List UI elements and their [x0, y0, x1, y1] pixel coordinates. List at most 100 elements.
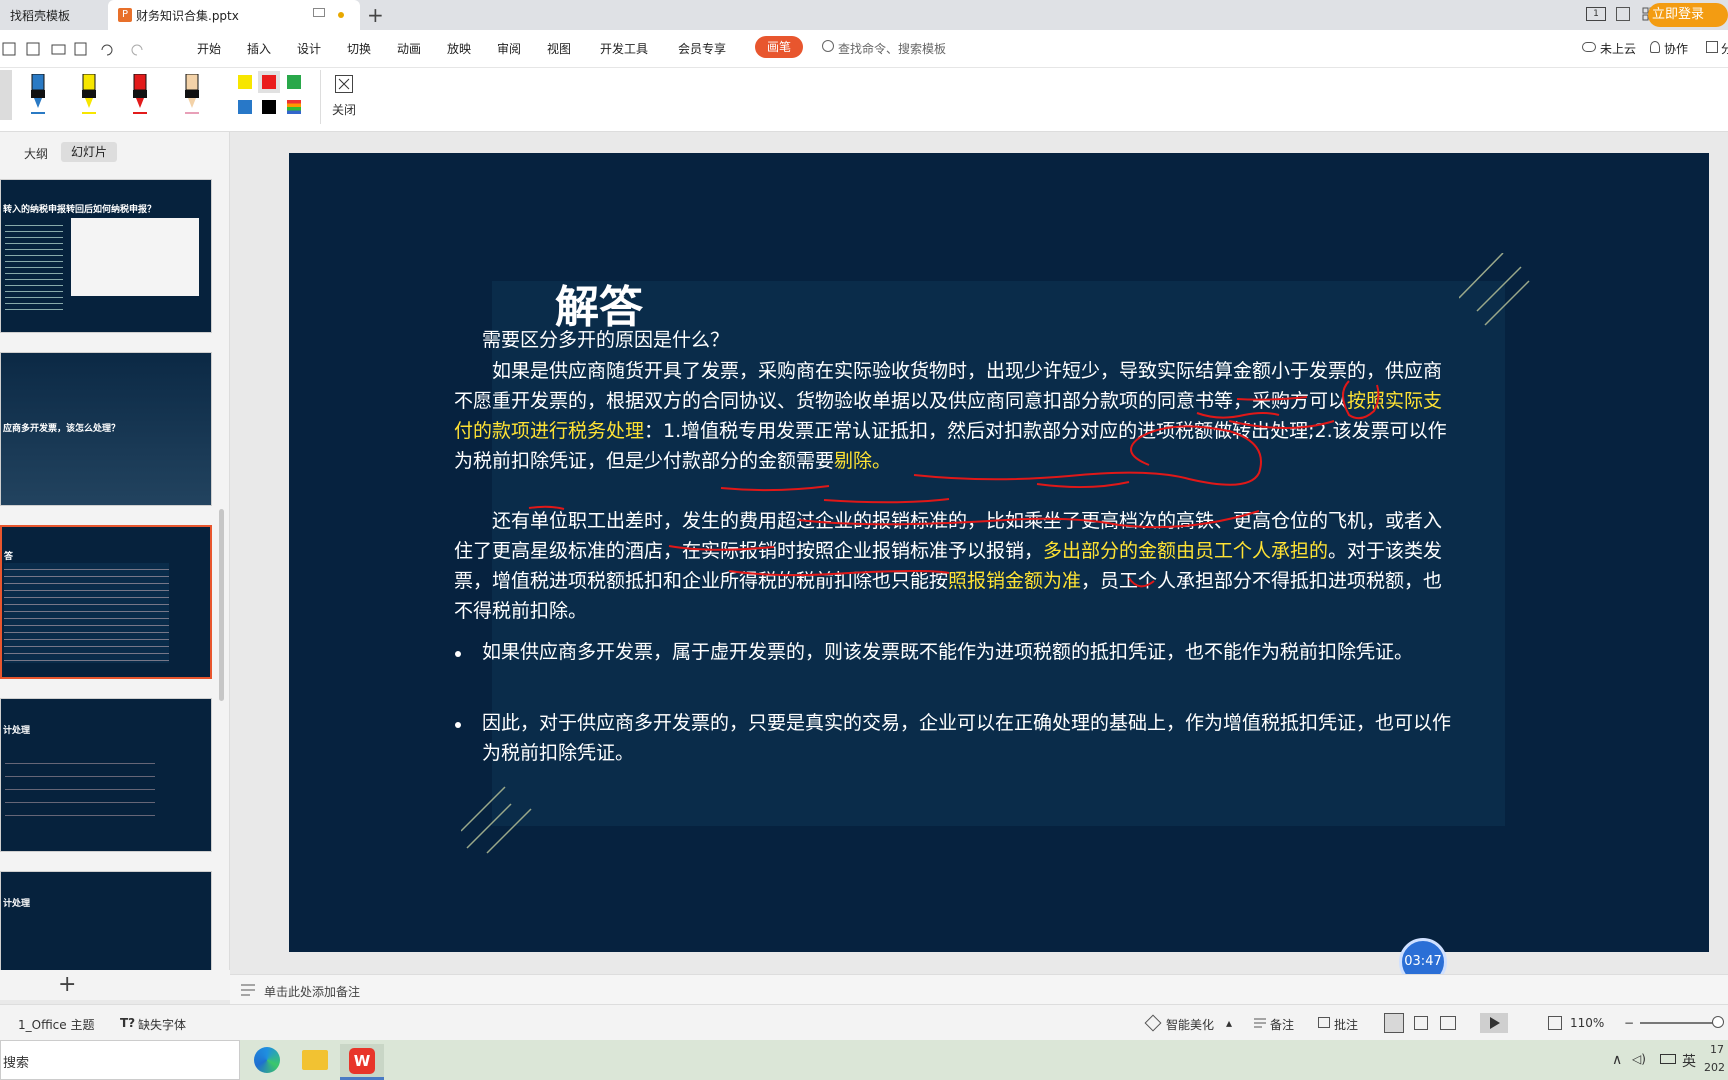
- menu-slideshow[interactable]: 放映: [447, 40, 471, 57]
- slides-pane: 大纲 幻灯片 转入的纳税申报转回后如何纳税申报？ 应商多开发票，该怎么处理？ 答…: [0, 132, 230, 1000]
- notes-icon: [241, 984, 255, 996]
- slides-scrollbar[interactable]: [219, 509, 224, 701]
- cloud-status[interactable]: 未上云: [1600, 40, 1636, 57]
- status-bar: 1_Office 主题 T? 缺失字体 智能美化 ▴ 备注 批注 110% −: [0, 1004, 1728, 1040]
- ime-indicator[interactable]: 英: [1682, 1051, 1696, 1071]
- color-red-swatch[interactable]: [262, 75, 276, 89]
- wps-icon: W: [349, 1048, 375, 1074]
- color-blue-swatch[interactable]: [238, 100, 252, 114]
- thumb-text-lines: [5, 220, 63, 310]
- thumb-text-lines: [5, 751, 155, 821]
- notes-toggle-button[interactable]: 备注: [1270, 1016, 1294, 1033]
- window-icon[interactable]: [1616, 7, 1630, 21]
- menu-pen-active[interactable]: 画笔: [755, 36, 803, 58]
- comment-icon: [1318, 1017, 1330, 1028]
- zoom-out-icon[interactable]: −: [1624, 1016, 1634, 1030]
- thumb-text-lines: [4, 563, 169, 663]
- notes-bar[interactable]: 单击此处添加备注: [230, 974, 1728, 1004]
- thumb-title: 计处理: [3, 899, 31, 909]
- add-slide-button[interactable]: +: [58, 972, 76, 997]
- close-pen-icon[interactable]: [335, 75, 353, 93]
- slide-thumb-4[interactable]: 计处理: [0, 698, 212, 852]
- menu-animation[interactable]: 动画: [397, 40, 421, 57]
- beautify-button[interactable]: 智能美化: [1166, 1016, 1214, 1033]
- reading-view-icon[interactable]: [1440, 1016, 1456, 1030]
- page-indicator[interactable]: 1: [1586, 7, 1606, 21]
- pen-toolbar: 关闭: [0, 68, 1728, 132]
- close-pen-label[interactable]: 关闭: [332, 101, 356, 118]
- red-highlighter-icon[interactable]: [130, 73, 150, 120]
- notes-placeholder[interactable]: 单击此处添加备注: [264, 983, 360, 1000]
- thumb-title: 转入的纳税申报转回后如何纳税申报？: [3, 205, 157, 215]
- menu-review[interactable]: 审阅: [497, 40, 521, 57]
- thumb-title: 答: [4, 552, 14, 562]
- separator: [320, 70, 321, 124]
- menu-transition[interactable]: 切换: [347, 40, 371, 57]
- volume-icon[interactable]: ◁): [1632, 1052, 1646, 1066]
- blue-highlighter-icon[interactable]: [28, 73, 48, 120]
- menu-insert[interactable]: 插入: [247, 40, 271, 57]
- tab-template-store[interactable]: 找稻壳模板: [0, 0, 108, 30]
- slide-thumb-5[interactable]: 计处理: [0, 871, 212, 971]
- zoom-slider[interactable]: [1640, 1022, 1720, 1024]
- color-more-swatch[interactable]: [287, 100, 301, 114]
- slide[interactable]: 解答 需要区分多开的原因是什么？ 如果是供应商随货开具了发票，采购商在实际验收货…: [289, 153, 1709, 952]
- share-button[interactable]: 分: [1721, 40, 1728, 57]
- color-black-swatch[interactable]: [262, 100, 276, 114]
- chevron-up-icon[interactable]: ∧: [1612, 1052, 1622, 1068]
- collab-icon: [1650, 41, 1660, 53]
- sorter-view-icon[interactable]: [1414, 1016, 1428, 1030]
- unsaved-dot-icon: [338, 12, 344, 18]
- slide-thumb-1[interactable]: 转入的纳税申报转回后如何纳税申报？: [0, 179, 212, 333]
- edge-browser-icon[interactable]: [254, 1047, 280, 1073]
- thumb-title: 计处理: [3, 726, 31, 736]
- share-icon: [1706, 41, 1718, 53]
- chevron-up-icon[interactable]: ▴: [1226, 1016, 1232, 1030]
- slide-thumb-2[interactable]: 应商多开发票，该怎么处理？: [0, 352, 212, 506]
- login-button[interactable]: 立即登录: [1648, 3, 1728, 27]
- clock-time[interactable]: 17: [1710, 1043, 1724, 1056]
- wps-taskbar-button[interactable]: W: [340, 1044, 384, 1080]
- notes-toggle-icon: [1254, 1018, 1266, 1028]
- beautify-icon: [1144, 1014, 1162, 1032]
- tab-presentation[interactable]: P 财务知识合集.pptx: [108, 0, 360, 30]
- thumb-title: 应商多开发票，该怎么处理？: [3, 424, 121, 434]
- yellow-highlighter-icon[interactable]: [79, 73, 99, 120]
- cloud-icon: [1582, 42, 1596, 52]
- new-tab-button[interactable]: +: [367, 3, 384, 27]
- tab-label: 找稻壳模板: [10, 8, 71, 23]
- battery-icon[interactable]: [1660, 1054, 1676, 1064]
- fit-window-icon[interactable]: [1548, 1016, 1562, 1030]
- pen-annotations: [528, 380, 1380, 588]
- add-slide-area: [0, 970, 230, 1000]
- quick-access-toolbar: [2, 41, 152, 57]
- menu-member[interactable]: 会员专享: [678, 40, 726, 57]
- file-explorer-icon[interactable]: [302, 1050, 328, 1070]
- slide-thumb-3-selected[interactable]: 答: [0, 525, 212, 679]
- command-search-input[interactable]: 查找命令、搜索模板: [838, 40, 946, 57]
- menu-design[interactable]: 设计: [297, 40, 321, 57]
- menu-view[interactable]: 视图: [547, 40, 571, 57]
- collab-button[interactable]: 协作: [1664, 40, 1688, 57]
- menu-bar: 开始 插入 设计 切换 动画 放映 审阅 视图 开发工具 会员专享 画笔 查找命…: [0, 30, 1728, 68]
- beige-highlighter-icon[interactable]: [182, 73, 202, 120]
- taskbar-search-box[interactable]: 搜索: [0, 1040, 240, 1080]
- zoom-level[interactable]: 110%: [1570, 1016, 1604, 1030]
- tab-slides[interactable]: 幻灯片: [61, 142, 117, 162]
- missing-font-button[interactable]: 缺失字体: [138, 1016, 186, 1033]
- monitor-icon[interactable]: [313, 8, 325, 17]
- comments-button[interactable]: 批注: [1334, 1016, 1358, 1033]
- color-yellow-swatch[interactable]: [238, 75, 252, 89]
- title-bar: 找稻壳模板 P 财务知识合集.pptx + 1 立即登录: [0, 0, 1728, 30]
- menu-developer[interactable]: 开发工具: [600, 40, 648, 57]
- theme-name[interactable]: 1_Office 主题: [18, 1016, 94, 1033]
- windows-taskbar: 搜索 W ∧ ◁) 英 17 202: [0, 1040, 1728, 1080]
- clock-date[interactable]: 202: [1704, 1061, 1725, 1074]
- play-button[interactable]: [1480, 1013, 1508, 1033]
- color-green-swatch[interactable]: [287, 75, 301, 89]
- zoom-slider-handle[interactable]: [1712, 1016, 1724, 1028]
- tab-outline[interactable]: 大纲: [24, 145, 48, 162]
- normal-view-icon[interactable]: [1384, 1013, 1404, 1033]
- search-icon: [822, 40, 834, 52]
- menu-home[interactable]: 开始: [197, 40, 221, 57]
